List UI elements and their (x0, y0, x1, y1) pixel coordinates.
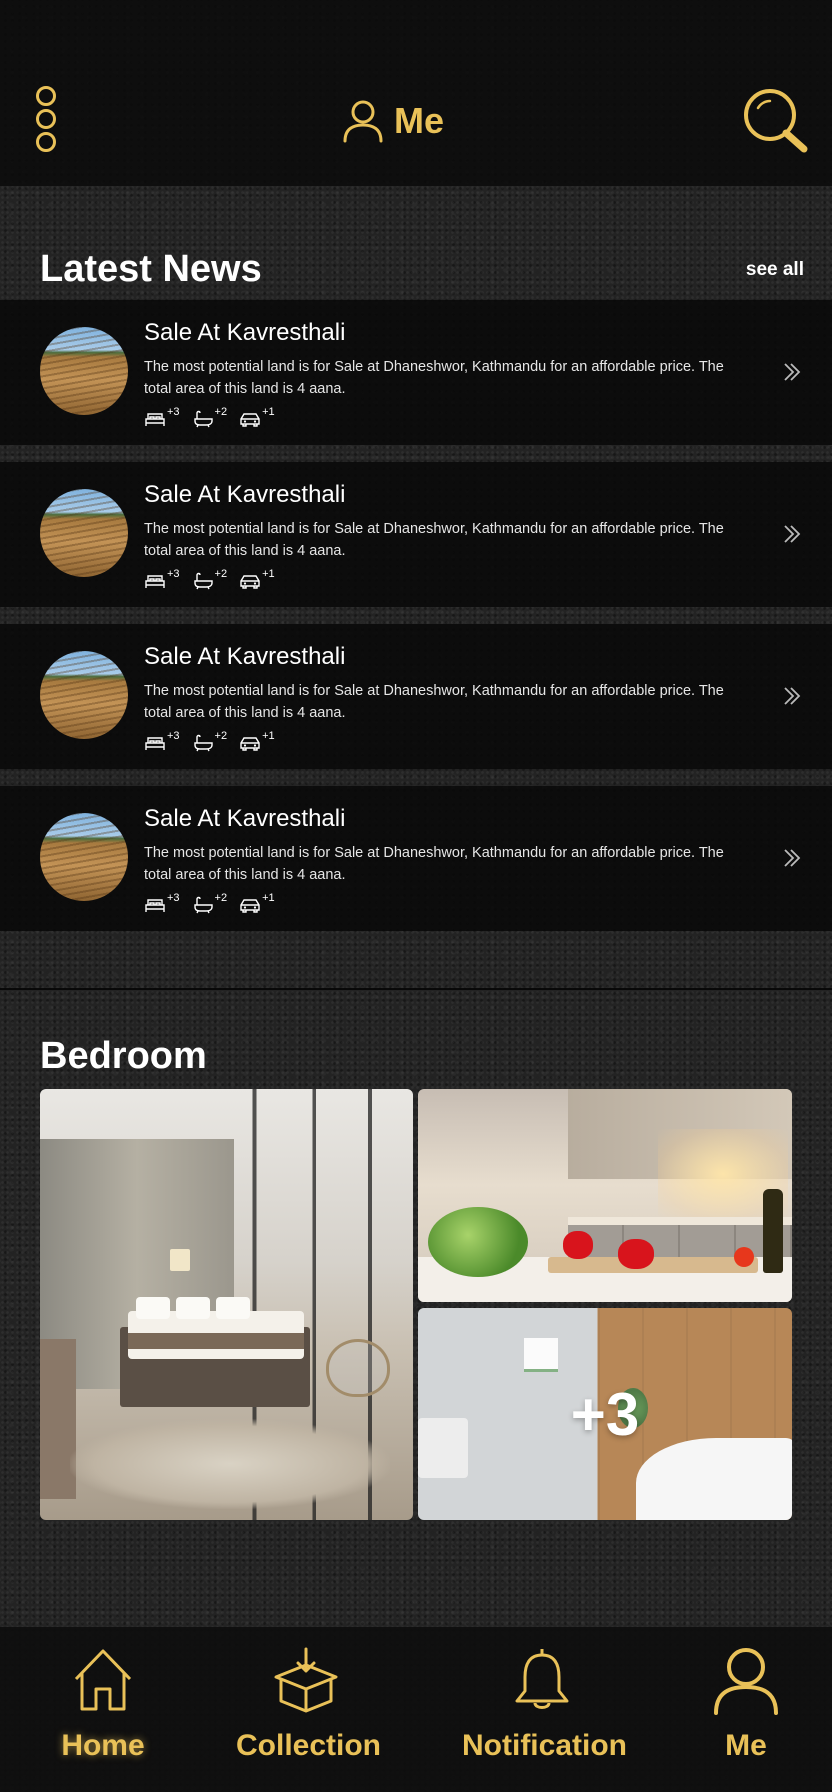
car-amenity: +1 (239, 730, 275, 752)
bed-icon (145, 737, 165, 750)
more-vertical-icon[interactable] (36, 86, 62, 156)
news-thumbnail (40, 813, 128, 901)
nav-notification-label: Notification (462, 1729, 627, 1762)
news-item[interactable]: Sale At Kavresthali The most potential l… (0, 786, 832, 931)
amenities: +3 +2 +1 (144, 406, 287, 428)
chevron-double-right-icon (784, 525, 801, 543)
bed-icon (145, 413, 165, 426)
nav-me-label: Me (725, 1729, 767, 1762)
news-title: Sale At Kavresthali (144, 319, 346, 346)
news-thumbnail (40, 651, 128, 739)
news-item[interactable]: Sale At Kavresthali The most potential l… (0, 462, 832, 607)
bathtub-icon (193, 896, 213, 914)
news-thumbnail (40, 489, 128, 577)
bed-amenity: +3 (144, 892, 180, 914)
kitchen-photo[interactable] (418, 1089, 792, 1302)
news-title: Sale At Kavresthali (144, 481, 346, 508)
news-description: The most potential land is for Sale at D… (144, 683, 724, 721)
news-title: Sale At Kavresthali (144, 643, 346, 670)
app-header: Me (0, 0, 832, 186)
chevron-double-right-icon (784, 687, 801, 705)
bottom-navigation: Home Collection Notification Me (0, 1627, 832, 1792)
bed-amenity: +3 (144, 406, 180, 428)
more-photos-count: +3 (570, 1380, 640, 1448)
page-title-group: Me (342, 98, 444, 144)
bathroom-photo-more[interactable]: +3 (418, 1308, 792, 1520)
amenities: +3 +2 +1 (144, 892, 287, 914)
news-item[interactable]: Sale At Kavresthali The most potential l… (0, 624, 832, 769)
latest-news-title: Latest News (40, 248, 262, 290)
bedroom-title: Bedroom (40, 1035, 207, 1077)
amenities: +3 +2 +1 (144, 730, 287, 752)
bed-icon (145, 899, 165, 912)
nav-me[interactable]: Me (706, 1645, 786, 1763)
page-title: Me (394, 100, 445, 141)
nav-collection[interactable]: Collection (236, 1645, 382, 1763)
nav-home[interactable]: Home (58, 1645, 148, 1763)
bed-icon (145, 575, 165, 588)
news-thumbnail (40, 327, 128, 415)
news-title: Sale At Kavresthali (144, 805, 346, 832)
news-description: The most potential land is for Sale at D… (144, 359, 724, 397)
bed-amenity: +3 (144, 568, 180, 590)
chevron-double-right-icon (784, 849, 801, 867)
bath-amenity: +2 (192, 568, 227, 590)
chevron-double-right-icon (784, 363, 801, 381)
car-amenity: +1 (239, 568, 275, 590)
car-amenity: +1 (239, 892, 275, 914)
news-item[interactable]: Sale At Kavresthali The most potential l… (0, 300, 832, 445)
nav-notification[interactable]: Notification (462, 1645, 627, 1763)
nav-home-label: Home (61, 1729, 145, 1762)
bed-amenity: +3 (144, 730, 180, 752)
bedroom-photo[interactable] (40, 1089, 413, 1520)
user-icon (343, 100, 383, 143)
bathtub-icon (193, 410, 213, 428)
news-description: The most potential land is for Sale at D… (144, 845, 724, 883)
news-description: The most potential land is for Sale at D… (144, 521, 724, 559)
car-amenity: +1 (239, 406, 275, 428)
home-icon (74, 1649, 132, 1711)
bath-amenity: +2 (192, 406, 227, 428)
box-download-icon (274, 1647, 338, 1713)
section-divider (0, 988, 832, 990)
search-button[interactable] (740, 86, 810, 156)
bathtub-icon (193, 572, 213, 590)
search-icon (744, 89, 808, 153)
car-icon (240, 575, 260, 589)
nav-collection-label: Collection (236, 1729, 382, 1762)
car-icon (240, 413, 260, 427)
bath-amenity: +2 (192, 730, 227, 752)
car-icon (240, 899, 260, 913)
bell-icon (515, 1649, 569, 1709)
see-all-link[interactable]: see all (746, 259, 804, 281)
car-icon (240, 737, 260, 751)
bathtub-icon (193, 734, 213, 752)
amenities: +3 +2 +1 (144, 568, 287, 590)
bath-amenity: +2 (192, 892, 227, 914)
user-icon (714, 1648, 778, 1715)
